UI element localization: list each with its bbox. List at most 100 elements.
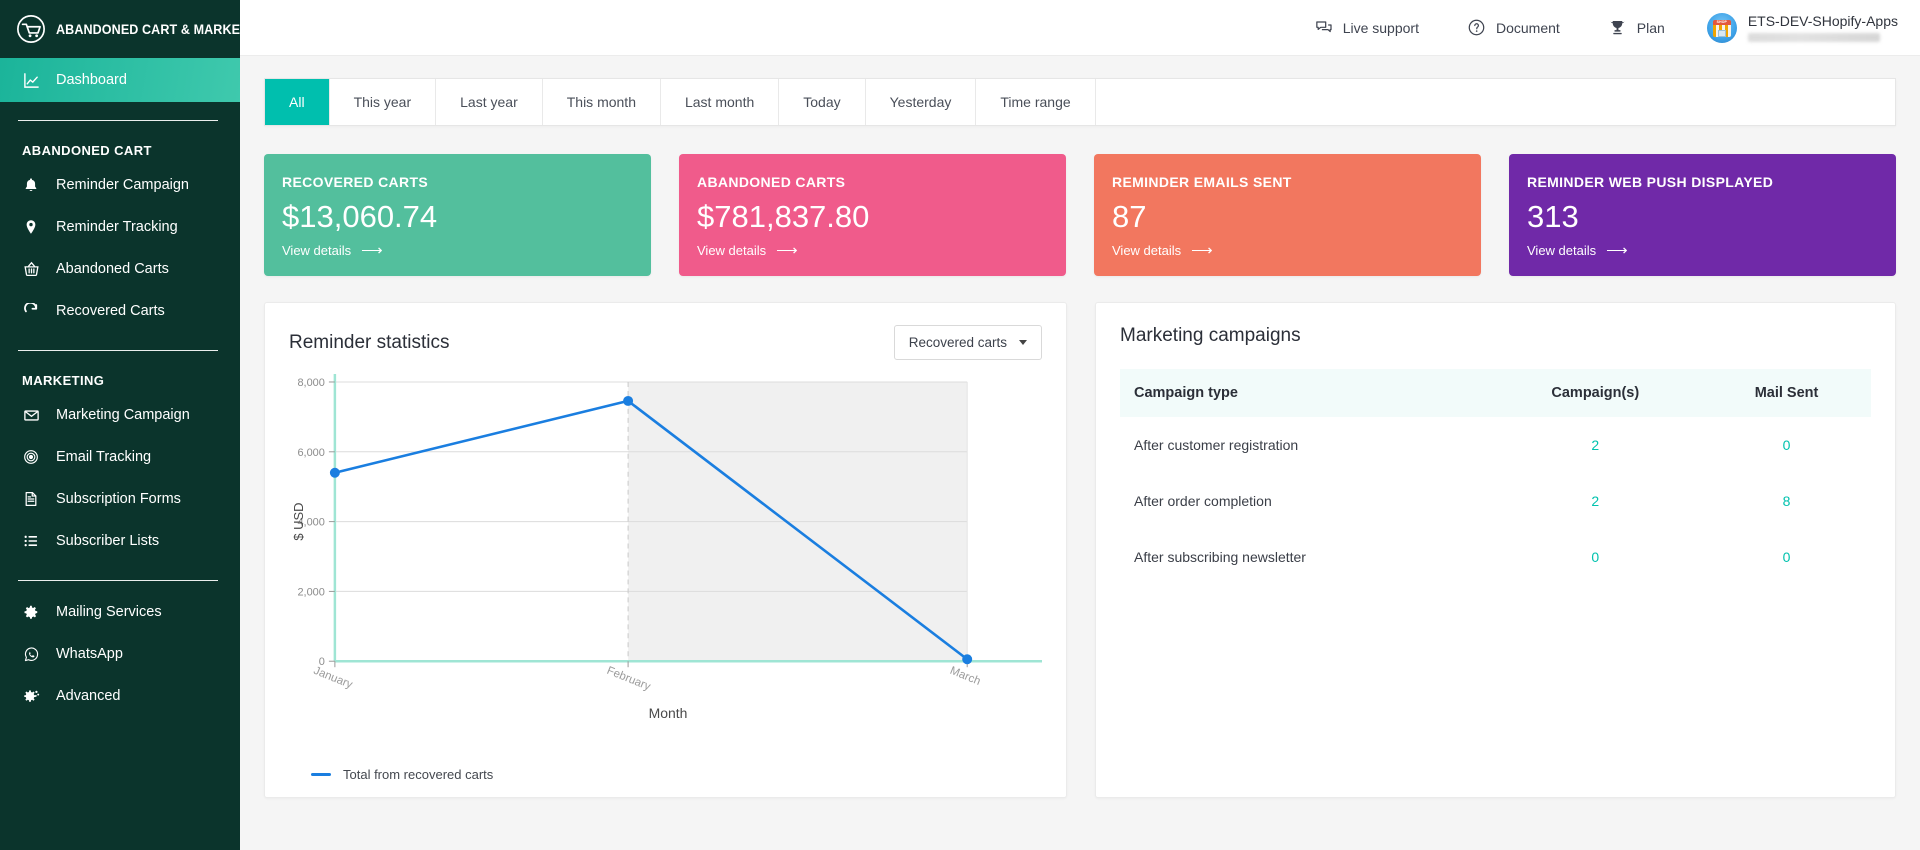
tab-all[interactable]: All: [265, 79, 330, 125]
target-icon: [22, 449, 40, 465]
sidebar-group-title-abandoned-cart: ABANDONED CART: [22, 143, 152, 158]
document-link[interactable]: Document: [1443, 18, 1584, 37]
chart-x-tick-labels: January February March: [312, 665, 982, 693]
dropdown-value: Recovered carts: [908, 335, 1007, 350]
table-row: After order completion 2 8: [1120, 473, 1871, 529]
sidebar-item-label: Mailing Services: [56, 604, 162, 620]
svg-text:8,000: 8,000: [297, 377, 324, 389]
cell-campaigns[interactable]: 2: [1489, 417, 1702, 473]
plan-label: Plan: [1636, 19, 1665, 36]
question-circle-icon: [1467, 18, 1486, 37]
kpi-value: $781,837.80: [697, 199, 870, 234]
sidebar-item-subscription-forms[interactable]: Subscription Forms: [0, 478, 240, 520]
sidebar-item-subscriber-lists[interactable]: Subscriber Lists: [0, 520, 240, 562]
kpi-view-details-link[interactable]: View details ⟶: [697, 243, 1048, 258]
chevron-down-icon: [1019, 340, 1027, 345]
kpi-title: REMINDER WEB PUSH DISPLAYED: [1527, 174, 1774, 190]
sidebar-item-label: Marketing Campaign: [56, 407, 190, 423]
svg-text:February: February: [605, 665, 652, 693]
kpi-card-abandoned-carts[interactable]: ABANDONED CARTS $781,837.80 View details…: [679, 154, 1066, 276]
cell-mail-sent[interactable]: 8: [1702, 473, 1871, 529]
sidebar-item-whatsapp[interactable]: WhatsApp: [0, 633, 240, 675]
trophy-icon: [1608, 18, 1627, 37]
chart-metric-dropdown[interactable]: Recovered carts: [893, 325, 1042, 360]
shop-globe-icon: SHOP: [1706, 12, 1737, 43]
envelope-icon: [22, 407, 40, 424]
tab-last-year[interactable]: Last year: [436, 79, 543, 125]
sidebar-item-recovered-carts[interactable]: Recovered Carts: [0, 290, 240, 332]
svg-text:March: March: [948, 665, 982, 688]
account-menu[interactable]: SHOP ETS-DEV-SHopify-Apps: [1689, 12, 1898, 43]
cell-mail-sent[interactable]: 0: [1702, 529, 1871, 585]
sidebar-item-dashboard[interactable]: Dashboard: [0, 58, 240, 102]
chart-svg: 8,000 6,000 4,000 2,000 0 $ USD January …: [291, 374, 1042, 721]
kpi-view-details-link[interactable]: View details ⟶: [282, 243, 633, 258]
cell-campaign-type: After subscribing newsletter: [1134, 549, 1306, 565]
kpi-view-details-link[interactable]: View details ⟶: [1527, 243, 1878, 258]
sidebar-item-abandoned-carts[interactable]: Abandoned Carts: [0, 248, 240, 290]
live-support-label: Live support: [1342, 19, 1419, 36]
chart-data-point: [623, 395, 634, 406]
sidebar-item-email-tracking[interactable]: Email Tracking: [0, 436, 240, 478]
kpi-title: ABANDONED CARTS: [697, 174, 846, 190]
tab-time-range[interactable]: Time range: [976, 79, 1096, 125]
kpi-title: RECOVERED CARTS: [282, 174, 429, 190]
panels: Reminder statistics Recovered carts 8,00…: [264, 302, 1896, 798]
sidebar-divider-1: [18, 120, 218, 121]
chart-data-point: [329, 467, 340, 478]
tab-yesterday[interactable]: Yesterday: [866, 79, 977, 125]
cell-mail-sent[interactable]: 0: [1702, 417, 1871, 473]
svg-text:6,000: 6,000: [297, 447, 324, 459]
cell-campaigns[interactable]: 0: [1489, 529, 1702, 585]
sidebar-item-label: Reminder Campaign: [56, 177, 189, 193]
marketing-campaigns-panel: Marketing campaigns Campaign type Campai…: [1095, 302, 1896, 798]
sidebar-item-reminder-campaign[interactable]: Reminder Campaign: [0, 164, 240, 206]
refresh-icon: [22, 303, 40, 319]
bell-icon: [22, 177, 40, 193]
sidebar-item-label: Subscriber Lists: [56, 533, 160, 549]
tab-this-month[interactable]: This month: [543, 79, 661, 125]
sidebar-item-reminder-tracking[interactable]: Reminder Tracking: [0, 206, 240, 248]
tab-this-year[interactable]: This year: [330, 79, 437, 125]
kpi-link-label: View details: [697, 243, 767, 258]
col-campaigns: Campaign(s): [1488, 369, 1703, 417]
live-support-link[interactable]: Live support: [1290, 18, 1443, 37]
chart-line-icon: [22, 72, 40, 89]
tab-last-month[interactable]: Last month: [661, 79, 780, 125]
kpi-card-reminder-web-push-displayed[interactable]: REMINDER WEB PUSH DISPLAYED 313 View det…: [1509, 154, 1896, 276]
arrow-right-icon: ⟶: [776, 242, 798, 259]
panel-title: Reminder statistics: [289, 331, 450, 353]
sidebar-item-mailing-services[interactable]: Mailing Services: [0, 591, 240, 633]
content: All This year Last year This month Last …: [240, 56, 1920, 850]
topbar: Live support Document Plan SHOP ETS-DEV-…: [240, 0, 1920, 56]
table-body: After customer registration 2 0 After or…: [1120, 417, 1871, 585]
kpi-card-reminder-emails-sent[interactable]: REMINDER EMAILS SENT 87 View details ⟶: [1094, 154, 1481, 276]
sidebar-item-marketing-campaign[interactable]: Marketing Campaign: [0, 394, 240, 436]
main-area: Live support Document Plan SHOP ETS-DEV-…: [240, 0, 1920, 850]
chart-x-axis-title: Month: [649, 705, 688, 721]
sidebar-item-label: Email Tracking: [56, 449, 152, 465]
sidebar-item-label: Abandoned Carts: [56, 261, 169, 277]
account-name: ETS-DEV-SHopify-Apps: [1747, 12, 1898, 29]
tab-today[interactable]: Today: [779, 79, 866, 125]
legend-label: Total from recovered carts: [343, 766, 494, 782]
svg-text:2,000: 2,000: [297, 586, 324, 598]
sidebar-item-advanced[interactable]: Advanced: [0, 675, 240, 717]
cell-campaigns[interactable]: 2: [1489, 473, 1702, 529]
kpi-link-label: View details: [1112, 243, 1182, 258]
gears-icon: [22, 688, 40, 705]
sidebar-item-label: Advanced: [56, 688, 121, 704]
chat-bubbles-icon: [1314, 18, 1333, 37]
panel-title: Marketing campaigns: [1120, 325, 1301, 346]
document-icon: [22, 491, 40, 507]
sidebar-group-title-marketing: MARKETING: [22, 373, 105, 388]
kpi-view-details-link[interactable]: View details ⟶: [1112, 243, 1463, 258]
chart-y-axis-title: $ USD: [291, 503, 306, 541]
brand[interactable]: ABANDONED CART & MARKETING: [0, 0, 270, 58]
kpi-value: 87: [1112, 199, 1147, 234]
filter-tabs: All This year Last year This month Last …: [264, 78, 1896, 126]
plan-link[interactable]: Plan: [1584, 18, 1689, 37]
kpi-card-recovered-carts[interactable]: RECOVERED CARTS $13,060.74 View details …: [264, 154, 651, 276]
cell-campaign-type: After customer registration: [1134, 437, 1299, 453]
